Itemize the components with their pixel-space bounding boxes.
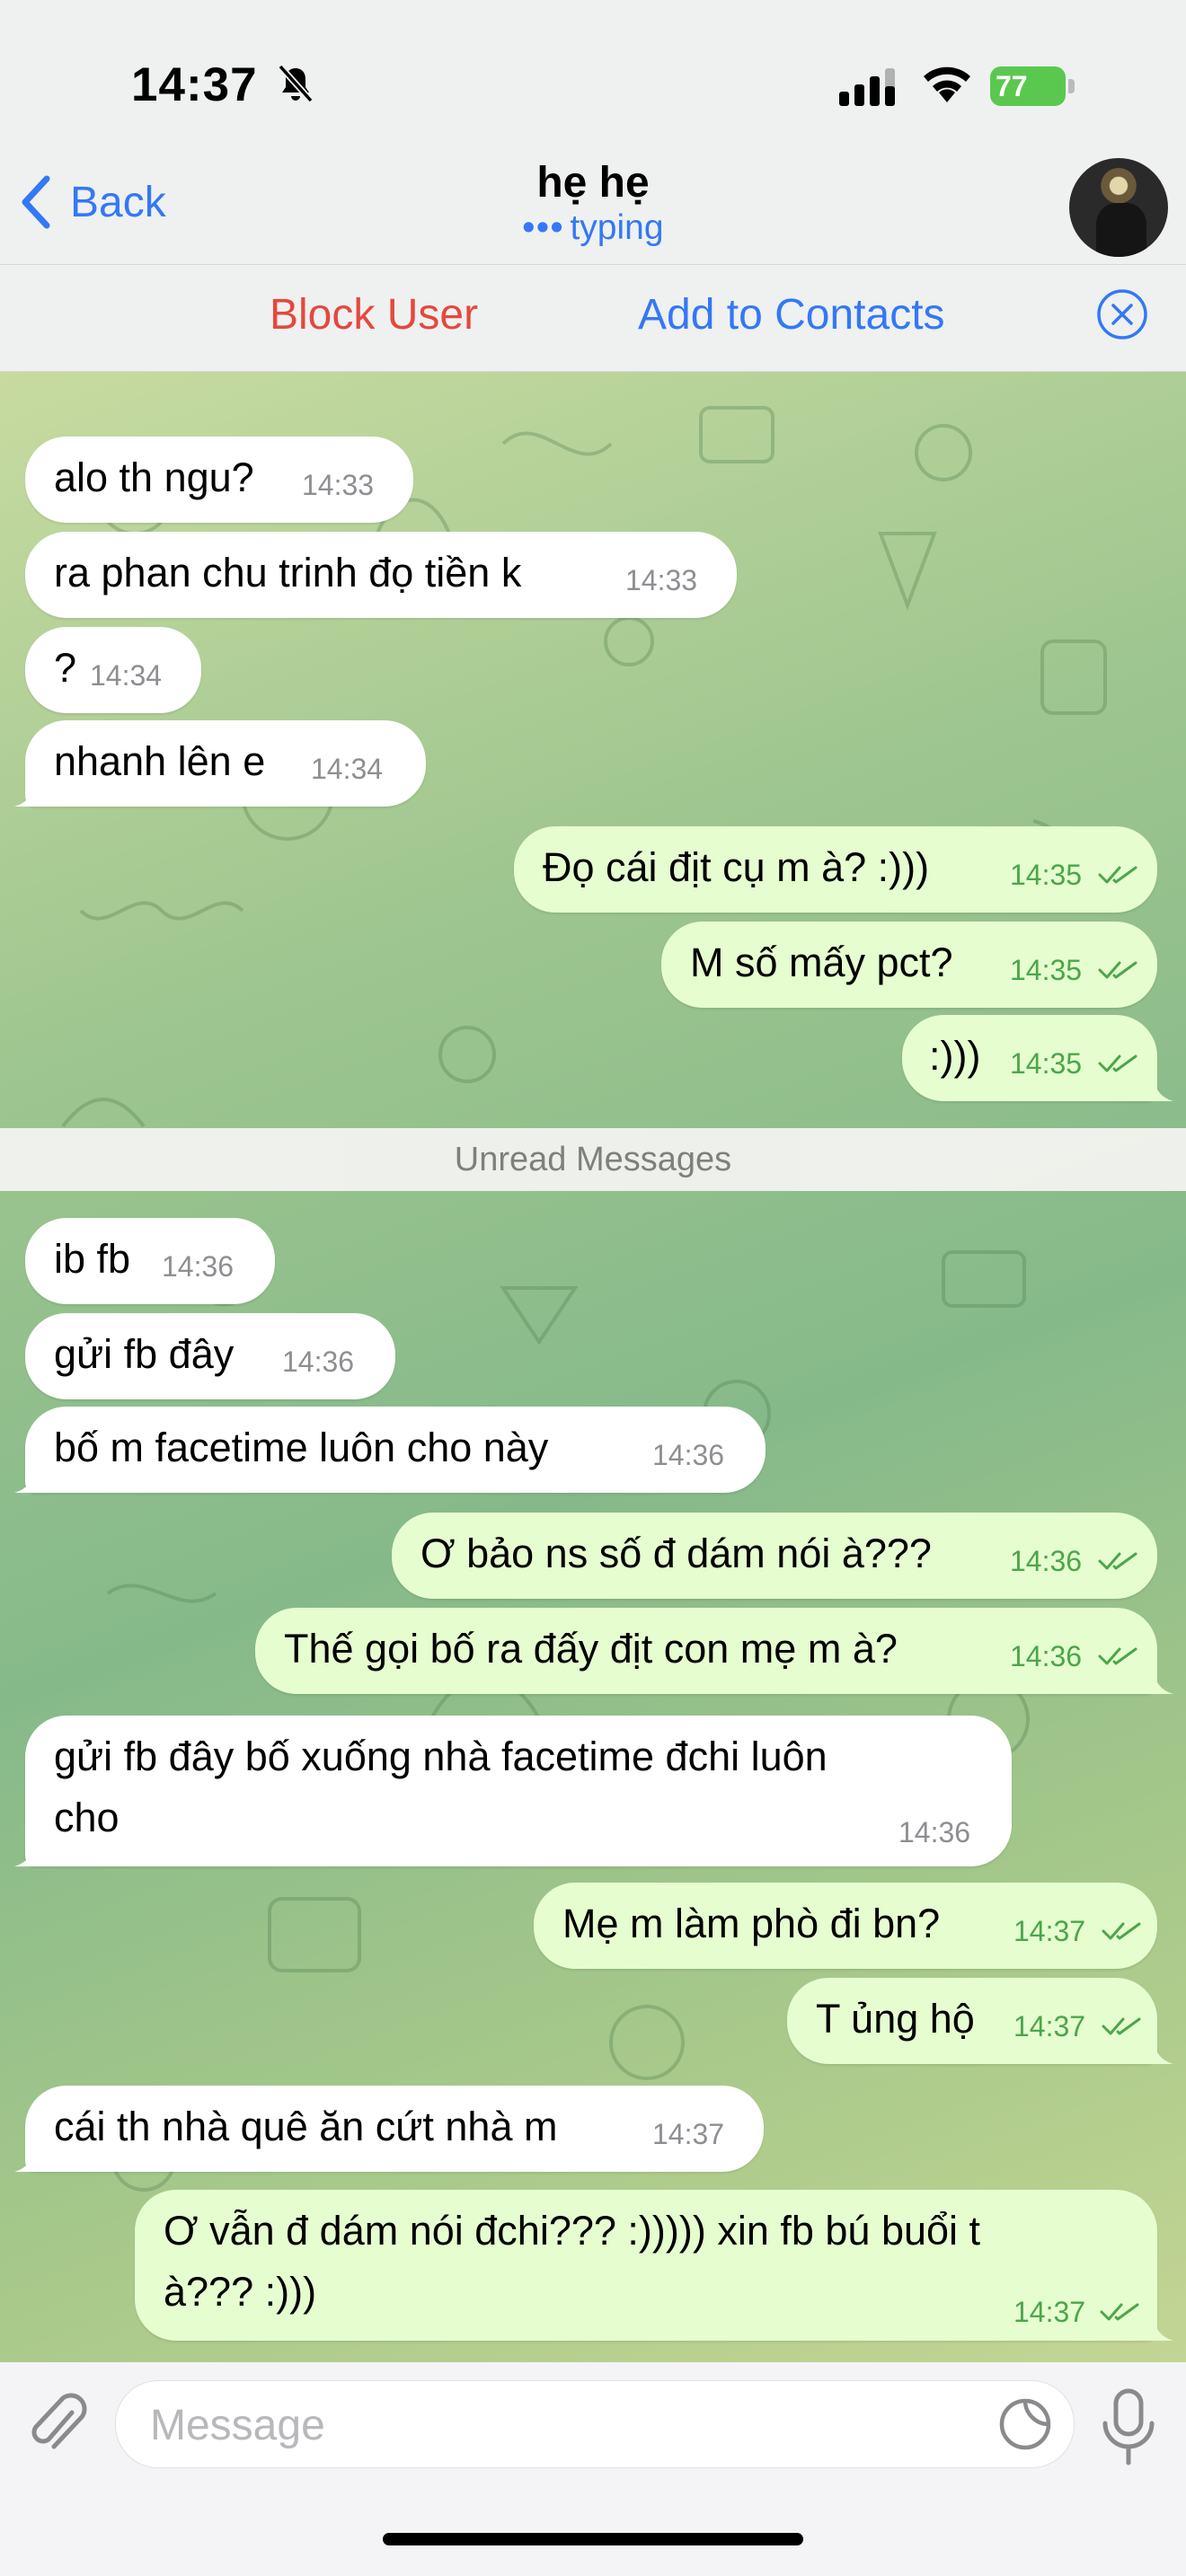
message-text-line-1: gửi fb đây bố xuống nhà facetime đchi lu… [54,1734,828,1779]
message-time: 14:36 [898,1816,971,1848]
message-bubble-outgoing[interactable]: :))) 14:35 [902,1015,1157,1101]
read-check-icon [1098,961,1137,979]
message-text: alo th ngu? [54,454,254,500]
message-time: 14:34 [90,659,163,692]
bubble-tail [1146,2314,1173,2341]
message-bubble-outgoing[interactable]: Mẹ m làm phò đi bn? 14:37 [534,1883,1157,1969]
close-icon[interactable] [1096,288,1148,340]
bubble-tail [14,780,41,807]
paperclip-icon[interactable] [25,2386,90,2463]
message-text: ib fb [54,1236,131,1282]
bubble-tail [14,1839,41,1866]
message-text: Mẹ m làm phò đi bn? [562,1901,941,1946]
message-bubble-outgoing[interactable]: Ơ vẫn đ dám nói đchi??? :))))) xin fb bú… [135,2190,1157,2341]
unread-divider: Unread Messages [0,1128,1186,1191]
message-text-line-2: à??? :))) [164,2269,317,2315]
bubble-tail [14,1466,41,1493]
microphone-icon[interactable] [1094,2387,1163,2466]
back-label: Back [70,178,166,226]
block-user-button[interactable]: Block User [270,290,478,340]
bubble-tail [1146,1074,1173,1101]
message-time: 14:37 [1013,2296,1086,2328]
message-input[interactable]: Message [115,2380,1075,2468]
message-bubble-outgoing[interactable]: Đọ cái địt cụ m à? :))) 14:35 [514,826,1157,913]
message-time: 14:37 [652,2118,725,2150]
message-text: :))) [929,1033,981,1079]
message-bubble-incoming[interactable]: nhanh lên e 14:34 [25,720,426,807]
message-time: 14:33 [625,564,698,596]
message-time: 14:35 [1010,954,1083,986]
read-check-icon [1098,866,1137,884]
message-time: 14:36 [652,1439,725,1471]
chevron-left-icon [22,175,50,229]
read-check-icon [1098,1552,1137,1570]
message-bubble-outgoing[interactable]: Thế gọi bố ra đấy địt con mẹ m à? 14:36 [255,1608,1157,1694]
message-text: M số mấy pct? [690,940,953,985]
chat-title[interactable]: hẹ hẹ [323,158,863,207]
message-bubble-incoming[interactable]: alo th ngu? 14:33 [25,437,413,523]
typing-dots: ••• [522,208,565,247]
input-bar: Message [0,2362,1186,2576]
message-text: Ơ bảo ns số đ dám nói à??? [420,1531,932,1576]
status-time: 14:37 [131,58,258,111]
read-check-icon [1102,2017,1141,2035]
message-bubble-incoming[interactable]: ra phan chu trinh đọ tiền k 14:33 [25,532,737,618]
message-bubble-incoming[interactable]: cái th nhà quê ăn cứt nhà m 14:37 [25,2086,764,2172]
home-indicator[interactable] [383,2533,803,2545]
message-text: ra phan chu trinh đọ tiền k [54,550,522,595]
wifi-icon [924,66,970,102]
back-button[interactable]: Back [18,171,166,234]
message-time: 14:36 [162,1250,235,1283]
bubble-tail [1146,1667,1173,1694]
message-bubble-outgoing[interactable]: Ơ bảo ns số đ dám nói à??? 14:36 [392,1513,1157,1599]
sticker-icon[interactable] [996,2395,1054,2453]
message-bubble-incoming[interactable]: gửi fb đây bố xuống nhà facetime đchi lu… [25,1716,1012,1866]
message-placeholder: Message [150,2402,325,2449]
message-text: gửi fb đây [54,1331,235,1377]
message-text: ? [54,645,77,691]
battery-level: 77 [996,70,1028,102]
message-text: nhanh lên e [54,738,266,784]
message-time: 14:36 [282,1345,355,1378]
message-bubble-incoming[interactable]: bố m facetime luôn cho này 14:36 [25,1407,766,1493]
message-time: 14:35 [1010,1047,1083,1080]
message-time: 14:33 [302,469,375,501]
message-bubble-incoming[interactable]: ? 14:34 [25,627,201,713]
status-bar: 14:37 77 [0,0,1186,153]
avatar[interactable] [1069,158,1168,257]
message-bubble-incoming[interactable]: ib fb 14:36 [25,1218,275,1304]
message-time: 14:37 [1013,2010,1086,2042]
message-bubble-incoming[interactable]: gửi fb đây 14:36 [25,1313,395,1399]
unread-label: Unread Messages [454,1141,732,1178]
typing-status: ••• typing [323,208,863,248]
chat-header: Back hẹ hẹ ••• typing [0,144,1186,265]
message-time: 14:37 [1013,1915,1086,1947]
message-time: 14:35 [1010,859,1083,891]
read-check-icon [1098,1054,1137,1072]
message-text: cái th nhà quê ăn cứt nhà m [54,2104,558,2149]
read-check-icon [1102,1922,1141,1940]
message-text: Đọ cái địt cụ m à? :))) [543,844,930,890]
chat-area[interactable]: Unread Messages alo th ngu? 14:33 ra pha… [0,372,1186,2362]
message-text: Thế gọi bố ra đấy địt con mẹ m à? [284,1626,898,1672]
bell-slash-icon [278,64,314,103]
message-time: 14:34 [311,753,384,785]
typing-label: typing [570,208,664,247]
add-to-contacts-button[interactable]: Add to Contacts [638,290,945,340]
message-text-line-2: cho [54,1795,119,1840]
message-text: T ủng hộ [816,1996,975,2042]
bubble-tail [14,2145,41,2172]
battery-icon: 77 [990,66,1076,106]
message-bubble-outgoing[interactable]: T ủng hộ 14:37 [787,1978,1157,2064]
contact-action-bar: Block User Add to Contacts [0,265,1186,372]
read-check-icon [1100,2303,1139,2321]
message-text: bố m facetime luôn cho này [54,1425,549,1470]
message-time: 14:36 [1010,1545,1083,1577]
message-bubble-outgoing[interactable]: M số mấy pct? 14:35 [661,922,1157,1008]
read-check-icon [1098,1647,1137,1665]
bubble-tail [1146,2037,1173,2064]
message-text-line-1: Ơ vẫn đ dám nói đchi??? :))))) xin fb bú… [164,2208,981,2254]
signal-icon [839,68,895,106]
message-time: 14:36 [1010,1640,1083,1672]
